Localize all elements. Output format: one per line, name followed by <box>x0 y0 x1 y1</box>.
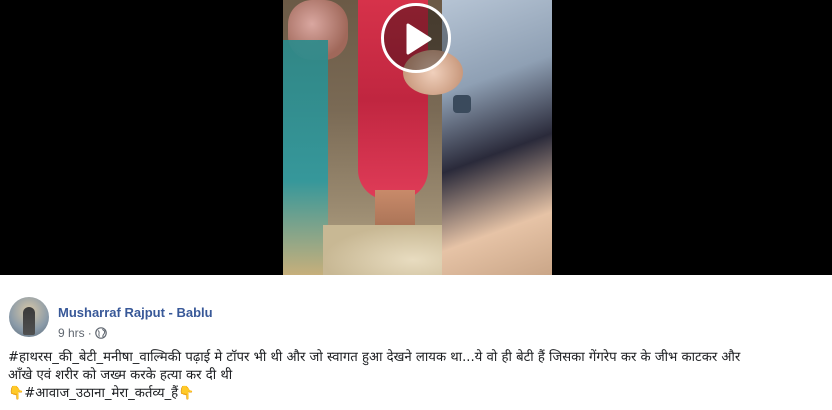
post-text-line: #हाथरस_की_बेटी_मनीषा_वाल्मिकी पढ़ाई मे ट… <box>8 350 741 365</box>
play-button[interactable] <box>381 3 451 73</box>
hashtag-link[interactable]: #आवाज_उठाना_मेरा_कर्तव्य_हैं <box>24 386 178 401</box>
post-meta: 9 hrs · <box>58 326 107 340</box>
globe-icon[interactable] <box>94 327 107 339</box>
post-text: #हाथरस_की_बेटी_मनीषा_वाल्मिकी पढ़ाई मे ट… <box>8 349 830 403</box>
pointing-down-icon: 👇 <box>178 386 195 401</box>
post-text-line: 👇#आवाज_उठाना_मेरा_कर्तव्य_हैं👇 <box>8 385 830 403</box>
thumbnail-figure <box>283 40 328 275</box>
meta-separator: · <box>87 326 92 340</box>
author-name[interactable]: Musharraf Rajput - Bablu <box>58 305 213 320</box>
thumbnail-figure <box>442 0 552 275</box>
post-header: Musharraf Rajput - Bablu 9 hrs · <box>0 295 832 345</box>
video-player[interactable] <box>0 0 832 275</box>
avatar-figure <box>23 307 35 335</box>
post-timestamp[interactable]: 9 hrs <box>58 326 85 340</box>
avatar[interactable] <box>9 297 49 337</box>
post-text-line: आँखे एवं शरीर को जख्म करके हत्या कर दी थ… <box>8 368 233 383</box>
play-icon <box>406 23 432 55</box>
pointing-down-icon: 👇 <box>8 386 25 401</box>
thumbnail-watch <box>453 95 471 113</box>
